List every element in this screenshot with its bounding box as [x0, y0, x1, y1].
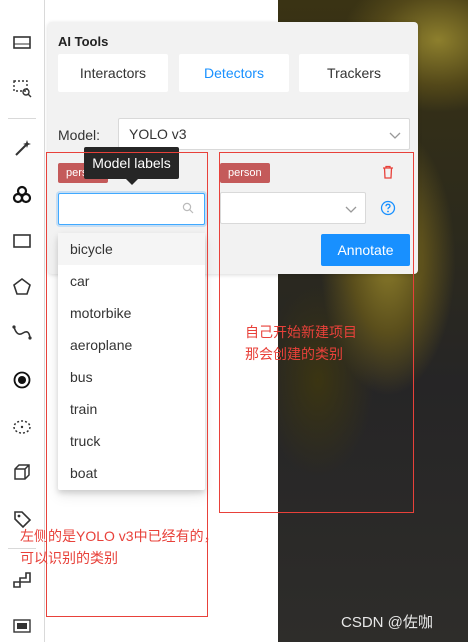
annotation-note-right-line1: 自己开始新建项目 [245, 324, 357, 340]
panel-title: AI Tools [58, 34, 109, 49]
annotation-note-right: 自己开始新建项目 那会创建的类别 [245, 321, 357, 365]
points-icon[interactable] [8, 366, 36, 394]
polygon-icon[interactable] [8, 273, 36, 301]
annotation-note-left-line1: 左侧的是YOLO v3中已经有的， [20, 528, 218, 544]
ai-tools-icon[interactable] [8, 181, 36, 209]
annotation-note-left: 左侧的是YOLO v3中已经有的， 可以识别的类别 [20, 525, 218, 569]
zoom-region-icon[interactable] [8, 74, 36, 102]
tab-detectors[interactable]: Detectors [179, 54, 289, 92]
tab-trackers[interactable]: Trackers [299, 54, 409, 92]
ellipse-icon[interactable] [8, 412, 36, 440]
group-shapes-icon[interactable] [8, 612, 36, 640]
annotation-note-right-line2: 那会创建的类别 [245, 346, 343, 362]
watermark: CSDN @佐咖 [341, 614, 433, 631]
rectangle-icon[interactable] [8, 227, 36, 255]
model-select[interactable]: YOLO v3 [118, 118, 410, 150]
annotation-note-left-line2: 可以识别的类别 [20, 550, 118, 566]
merge-shapes-icon[interactable] [8, 566, 36, 594]
tab-interactors[interactable]: Interactors [58, 54, 168, 92]
polyline-icon[interactable] [8, 318, 36, 346]
fit-image-icon[interactable] [8, 28, 36, 56]
model-select-value: YOLO v3 [129, 126, 187, 142]
chevron-down-icon [389, 132, 401, 139]
model-label: Model: [58, 127, 101, 143]
cuboid-icon[interactable] [8, 458, 36, 486]
magic-wand-icon[interactable] [8, 134, 36, 162]
